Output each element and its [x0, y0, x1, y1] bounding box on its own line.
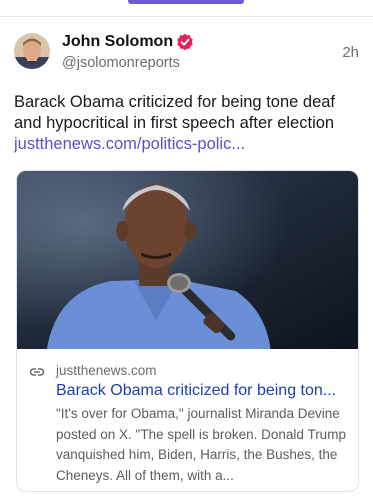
verified-badge-icon — [176, 33, 194, 51]
avatar[interactable] — [14, 33, 50, 69]
active-tab-indicator — [128, 0, 244, 4]
post-timestamp: 2h — [342, 44, 359, 61]
link-preview-card[interactable]: justthenews.com Barack Obama criticized … — [16, 170, 359, 492]
card-domain: justthenews.com — [56, 363, 157, 378]
card-image[interactable] — [17, 171, 358, 349]
author-name[interactable]: John Solomon — [62, 33, 173, 51]
post-text: Barack Obama criticized for being tone d… — [14, 93, 336, 132]
post[interactable]: John Solomon @jsolomonreports 2h Barack … — [14, 30, 359, 492]
post-header: John Solomon @jsolomonreports 2h — [14, 30, 359, 74]
author-handle[interactable]: @jsolomonreports — [62, 55, 180, 71]
post-body: Barack Obama criticized for being tone d… — [14, 92, 359, 155]
post-link[interactable]: justthenews.com/politics-polic... — [14, 134, 359, 155]
link-icon — [29, 364, 45, 380]
top-divider — [0, 16, 373, 17]
card-meta: justthenews.com Barack Obama criticized … — [17, 349, 358, 486]
card-description: "It's over for Obama," journalist Mirand… — [56, 406, 346, 483]
card-title[interactable]: Barack Obama criticized for being ton... — [56, 380, 346, 401]
